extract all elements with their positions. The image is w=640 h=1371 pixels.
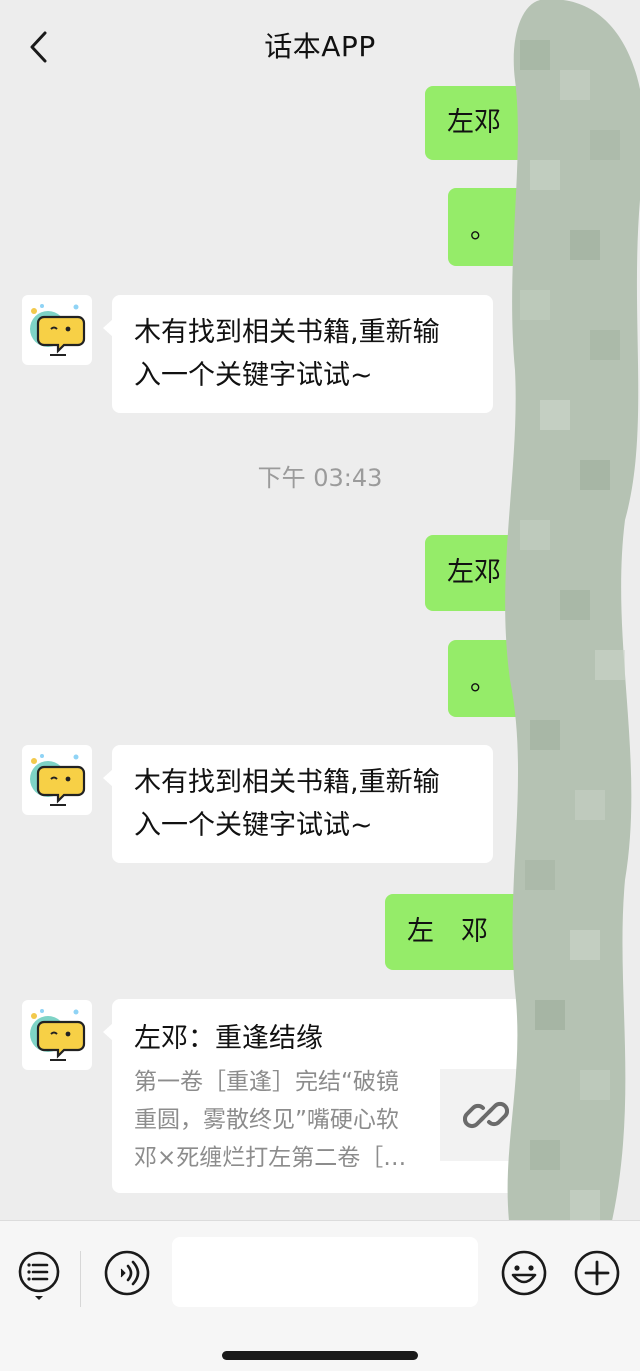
emoji-button[interactable] — [500, 1249, 548, 1297]
voice-icon — [104, 1250, 150, 1296]
home-indicator[interactable] — [222, 1351, 418, 1360]
back-button[interactable] — [26, 30, 52, 64]
chat-input-bar — [0, 1220, 640, 1371]
bot-avatar[interactable] — [22, 1000, 92, 1070]
message-text: 左邓 — [447, 557, 501, 588]
page-title: 话本APP — [264, 30, 376, 63]
message-text-line: 木有找到相关书籍,重新输 — [134, 317, 440, 348]
message-text: 左 邓 — [407, 916, 488, 947]
my-message-bubble[interactable]: 左 邓 — [385, 894, 534, 970]
chat-bubble-face-icon — [30, 304, 86, 356]
plus-button[interactable] — [573, 1249, 621, 1297]
my-message-bubble[interactable]: 。 — [448, 188, 534, 266]
bot-message-bubble[interactable]: 木有找到相关书籍,重新输 入一个关键字试试~ — [103, 295, 493, 413]
message-text-line: 入一个关键字试试~ — [134, 360, 373, 391]
list-menu-icon — [18, 1251, 60, 1300]
message-text: 。 — [470, 666, 497, 697]
voice-button[interactable] — [103, 1249, 151, 1297]
chat-bubble-face-icon — [30, 1009, 86, 1061]
my-message-bubble[interactable]: 左邓 — [425, 535, 534, 611]
nav-bar: 话本APP — [0, 0, 640, 90]
message-text: 。 — [470, 214, 497, 245]
bar-divider — [80, 1251, 81, 1307]
card-description: 第一卷［重逢］完结“破镜 重圆，雾散终见”嘴硬心软 邓×死缠烂打左第二卷［… — [134, 1063, 424, 1177]
my-message-bubble[interactable]: 。 — [448, 640, 534, 717]
bot-avatar[interactable] — [22, 745, 92, 815]
book-link-card[interactable]: 左邓：重逢结缘 第一卷［重逢］完结“破镜 重圆，雾散终见”嘴硬心软 邓×死缠烂打… — [103, 999, 562, 1193]
card-desc-line: 邓×死缠烂打左第二卷［… — [134, 1145, 407, 1171]
chat-bubble-face-icon — [30, 754, 86, 806]
menu-button[interactable] — [16, 1249, 62, 1301]
message-text-line: 入一个关键字试试~ — [134, 810, 373, 841]
message-text: 左邓 — [447, 107, 501, 138]
chevron-left-icon — [30, 31, 47, 63]
bot-message-bubble[interactable]: 木有找到相关书籍,重新输 入一个关键字试试~ — [103, 745, 493, 863]
my-message-bubble[interactable]: 左邓 — [425, 86, 534, 160]
card-title: 左邓：重逢结缘 — [134, 1023, 323, 1054]
plus-icon — [574, 1250, 620, 1296]
link-icon — [463, 1101, 509, 1129]
message-text-line: 木有找到相关书籍,重新输 — [134, 767, 440, 798]
message-input[interactable] — [172, 1237, 478, 1307]
card-desc-line: 重圆，雾散终见”嘴硬心软 — [134, 1107, 399, 1133]
bot-avatar[interactable] — [22, 295, 92, 365]
card-desc-line: 第一卷［重逢］完结“破镜 — [134, 1069, 399, 1095]
emoji-icon — [501, 1250, 547, 1296]
card-thumbnail — [440, 1069, 532, 1161]
timestamp: 下午 03:43 — [257, 464, 383, 492]
